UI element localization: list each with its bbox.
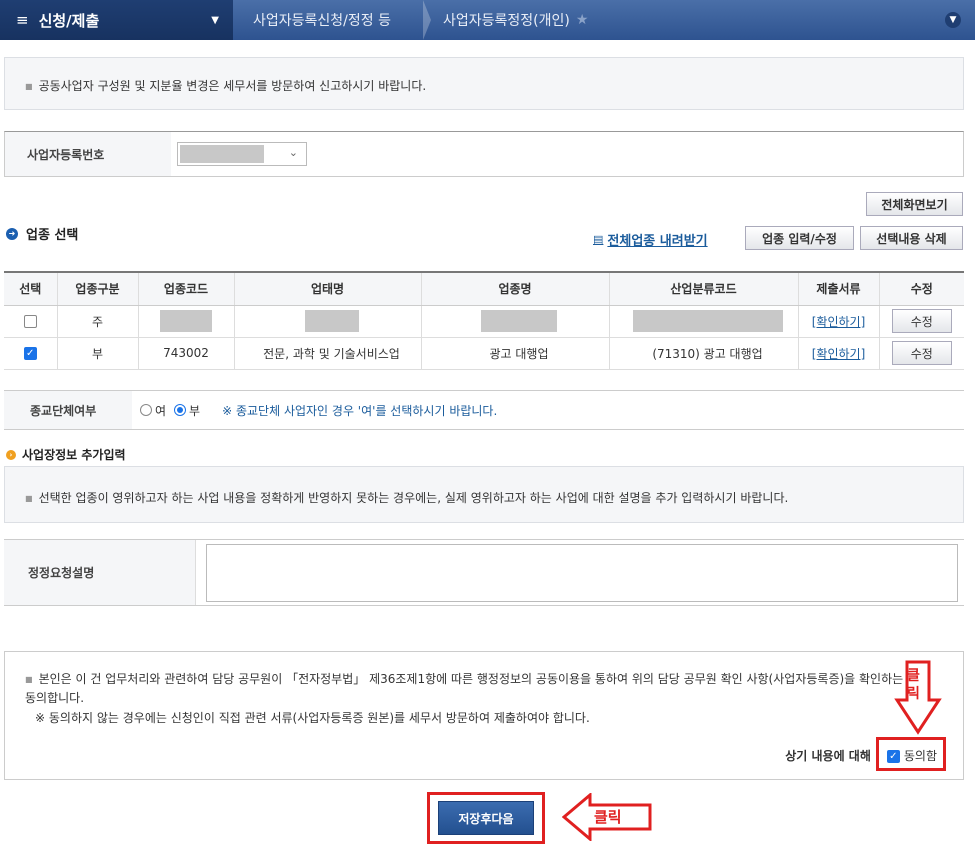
row-type: 주 xyxy=(57,305,138,337)
religion-note: ※ 종교단체 사업자인 경우 '여'를 선택하시기 바랍니다. xyxy=(222,402,497,419)
row-doc-cell: [확인하기] xyxy=(798,337,879,369)
radio-no[interactable] xyxy=(174,404,186,416)
row-category-redacted xyxy=(234,305,421,337)
row-type: 부 xyxy=(57,337,138,369)
header-edit: 수정 xyxy=(879,272,964,305)
row-code-redacted xyxy=(138,305,234,337)
notice-text: 공동사업자 구성원 및 지분율 변경은 세무서를 방문하여 신고하시기 바랍니다… xyxy=(39,79,427,93)
section-extra-title: › 사업장정보 추가입력 xyxy=(6,446,126,463)
save-next-button[interactable]: 저장후다음 xyxy=(438,801,534,835)
row-industry-code: (71310) 광고 대행업 xyxy=(609,337,798,369)
notice-box: ■ 공동사업자 구성원 및 지분율 변경은 세무서를 방문하여 신고하시기 바랍니… xyxy=(4,57,964,110)
agreement-text: ■본인은 이 건 업무처리와 관련하여 담당 공무원이 「전자정부법」 제36조… xyxy=(25,670,943,707)
religion-row: 종교단체여부 여 부 ※ 종교단체 사업자인 경우 '여'를 선택하시기 바랍니… xyxy=(4,390,964,430)
breadcrumb-item-1[interactable]: 사업자등록신청/정정 등 xyxy=(233,0,423,40)
download-all-label: 전체업종 내려받기 xyxy=(607,230,707,249)
header-code: 업종코드 xyxy=(138,272,234,305)
breadcrumb-label-2: 사업자등록정정(개인) xyxy=(443,10,570,30)
row-industry-redacted xyxy=(609,305,798,337)
caret-down-icon: ▼ xyxy=(211,15,219,26)
hamburger-icon: ≡ xyxy=(16,11,29,29)
row-checkbox-cell: ✓ xyxy=(4,337,57,369)
chevron-down-icon[interactable]: ▼ xyxy=(945,12,961,28)
header-industry-code: 산업분류코드 xyxy=(609,272,798,305)
section-extra-label: 사업장정보 추가입력 xyxy=(22,446,126,463)
header-type: 업종구분 xyxy=(57,272,138,305)
redacted-value xyxy=(305,310,359,332)
religion-label: 종교단체여부 xyxy=(4,391,132,429)
registration-select[interactable]: ⌄ xyxy=(177,142,307,166)
top-nav: ≡ 신청/제출 ▼ 사업자등록신청/정정 등 사업자등록정정(개인) ★ ▼ xyxy=(0,0,975,40)
request-label: 정정요청설명 xyxy=(4,540,196,605)
menu-title: 신청/제출 xyxy=(39,10,100,31)
row-code: 743002 xyxy=(138,337,234,369)
arrow-circle-icon: › xyxy=(6,450,16,460)
registration-row: 사업자등록번호 ⌄ xyxy=(4,131,964,177)
table-header-row: 선택 업종구분 업종코드 업태명 업종명 산업분류코드 제출서류 수정 xyxy=(4,272,964,305)
menu-dropdown[interactable]: ≡ 신청/제출 ▼ xyxy=(0,0,233,40)
table-row: ✓ 부 743002 전문, 과학 및 기술서비스업 광고 대행업 (71310… xyxy=(4,337,964,369)
extra-notice-box: ■ 선택한 업종이 영위하고자 하는 사업 내용을 정확하게 반영하지 못하는 경… xyxy=(4,466,964,523)
redacted-value xyxy=(633,310,783,332)
row-checkbox[interactable] xyxy=(24,315,37,328)
radio-yes-label: 여 xyxy=(155,402,166,419)
edit-button[interactable]: 수정 xyxy=(892,309,952,333)
header-select: 선택 xyxy=(4,272,57,305)
header-name: 업종명 xyxy=(421,272,609,305)
header-doc: 제출서류 xyxy=(798,272,879,305)
full-view-button[interactable]: 전체화면보기 xyxy=(866,192,963,216)
table-row: 주 [확인하기] 수정 xyxy=(4,305,964,337)
extra-notice-text: 선택한 업종이 영위하고자 하는 사업 내용을 정확하게 반영하지 못하는 경우… xyxy=(39,491,789,505)
row-doc-cell: [확인하기] xyxy=(798,305,879,337)
row-name: 광고 대행업 xyxy=(421,337,609,369)
bullet-icon: ■ xyxy=(25,82,33,91)
radio-yes[interactable] xyxy=(140,404,152,416)
registration-label: 사업자등록번호 xyxy=(5,132,171,176)
agreement-box: ■본인은 이 건 업무처리와 관련하여 담당 공무원이 「전자정부법」 제36조… xyxy=(4,651,964,780)
redacted-value xyxy=(180,145,264,163)
edit-button[interactable]: 수정 xyxy=(892,341,952,365)
star-icon[interactable]: ★ xyxy=(576,12,589,28)
confirm-doc-link[interactable]: [확인하기] xyxy=(812,347,866,361)
row-name-redacted xyxy=(421,305,609,337)
row-category: 전문, 과학 및 기술서비스업 xyxy=(234,337,421,369)
request-textarea[interactable] xyxy=(206,544,958,602)
bullet-icon: ■ xyxy=(25,494,33,503)
header-category: 업태명 xyxy=(234,272,421,305)
input-edit-button[interactable]: 업종 입력/수정 xyxy=(745,226,854,250)
arrow-circle-icon: ➜ xyxy=(6,228,18,240)
confirm-doc-link[interactable]: [확인하기] xyxy=(812,315,866,329)
annotation-click-label-vertical: 클 릭 xyxy=(907,667,927,703)
business-table: 선택 업종구분 업종코드 업태명 업종명 산업분류코드 제출서류 수정 주 [확… xyxy=(4,271,964,370)
redacted-value xyxy=(481,310,557,332)
annotation-highlight-box xyxy=(876,737,946,771)
row-checkbox-checked[interactable]: ✓ xyxy=(24,347,37,360)
row-checkbox-cell xyxy=(4,305,57,337)
annotation-click-label: 클릭 xyxy=(594,806,622,827)
chevron-down-icon: ⌄ xyxy=(289,146,298,159)
section-business-label: 업종 선택 xyxy=(26,224,78,243)
breadcrumb-label-1: 사업자등록신청/정정 등 xyxy=(253,10,391,30)
agreement-text-1: 본인은 이 건 업무처리와 관련하여 담당 공무원이 「전자정부법」 제36조제… xyxy=(25,672,929,705)
redacted-value xyxy=(160,310,212,332)
bullet-icon: ■ xyxy=(25,675,33,684)
row-edit-cell: 수정 xyxy=(879,305,964,337)
radio-no-label: 부 xyxy=(189,402,200,419)
row-edit-cell: 수정 xyxy=(879,337,964,369)
download-icon: ▤ xyxy=(593,233,603,246)
request-row: 정정요청설명 xyxy=(4,539,964,606)
agreement-note: ※ 동의하지 않는 경우에는 신청인이 직접 관련 서류(사업자등록증 원본)를… xyxy=(25,709,943,727)
section-business-title: ➜ 업종 선택 xyxy=(6,224,78,243)
download-all-link[interactable]: ▤ 전체업종 내려받기 xyxy=(593,230,708,249)
delete-selected-button[interactable]: 선택내용 삭제 xyxy=(860,226,963,250)
breadcrumb-item-2[interactable]: 사업자등록정정(개인) ★ xyxy=(423,0,613,40)
agreement-question: 상기 내용에 대해 xyxy=(785,747,871,765)
